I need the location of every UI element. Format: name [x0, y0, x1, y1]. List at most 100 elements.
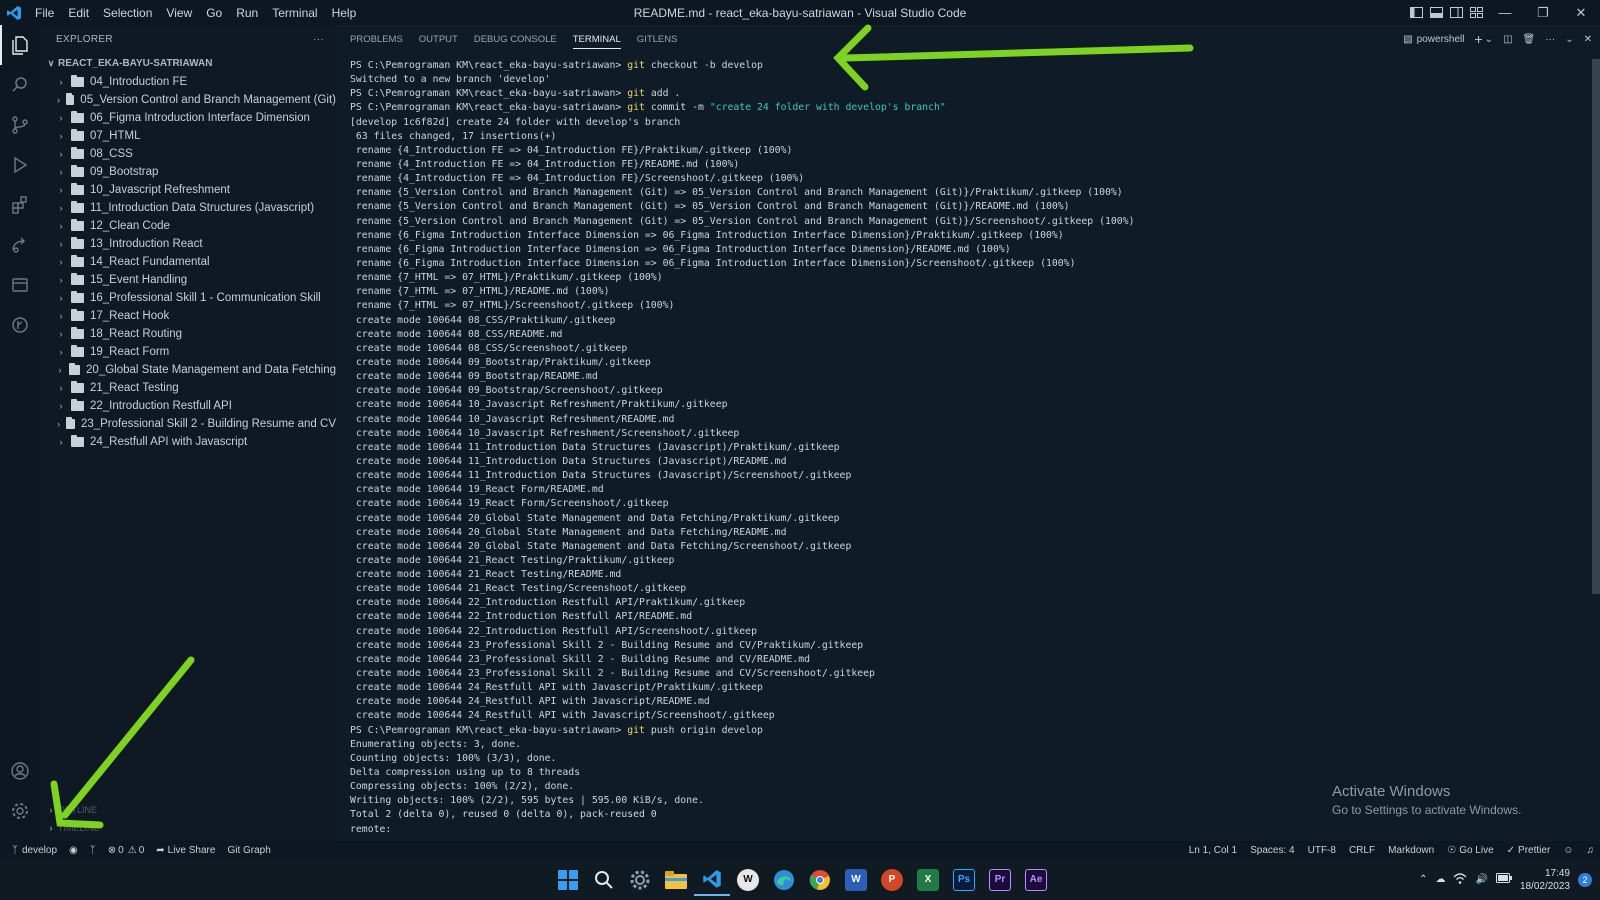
start-icon[interactable]	[550, 863, 586, 896]
end-of-line[interactable]: CRLF	[1349, 845, 1375, 856]
volume-icon[interactable]: 🔊	[1475, 874, 1487, 885]
language-mode[interactable]: Markdown	[1388, 845, 1434, 856]
app-w-icon[interactable]: W	[730, 863, 766, 896]
tab-debug-console[interactable]: DEBUG CONSOLE	[466, 25, 565, 53]
feedback-icon[interactable]: ☺	[1563, 845, 1573, 856]
tree-folder-item[interactable]: › 24_Restfull API with Javascript	[40, 433, 336, 451]
customize-layout-icon[interactable]	[1466, 0, 1486, 25]
cursor-position[interactable]: Ln 1, Col 1	[1189, 845, 1237, 856]
manage-gear-icon[interactable]	[0, 791, 40, 831]
vscode-icon[interactable]	[694, 863, 730, 896]
word-icon[interactable]: W	[838, 863, 874, 896]
tree-folder-item[interactable]: › 14_React Fundamental	[40, 253, 336, 271]
extensions-icon[interactable]	[0, 185, 40, 225]
encoding[interactable]: UTF-8	[1308, 845, 1336, 856]
tab-output[interactable]: OUTPUT	[411, 25, 466, 53]
tree-folder-item[interactable]: › 10_Javascript Refreshment	[40, 181, 336, 199]
terminal-shell-label[interactable]: powershell	[1417, 34, 1465, 45]
powerpoint-icon[interactable]: P	[874, 863, 910, 896]
chrome-icon[interactable]	[802, 863, 838, 896]
live-share-status[interactable]: ➦ Live Share	[156, 845, 215, 856]
after-effects-icon[interactable]: Ae	[1018, 863, 1054, 896]
go-live-status[interactable]: ☉ Go Live	[1447, 845, 1493, 856]
git-compare-icon[interactable]: ᛉ	[90, 845, 96, 856]
tree-folder-item[interactable]: › 09_Bootstrap	[40, 163, 336, 181]
workspace-root[interactable]: ∨ REACT_EKA-BAYU-SATRIAWAN	[40, 53, 336, 73]
notifications-bell-icon[interactable]: ♫	[1587, 845, 1595, 856]
tree-folder-item[interactable]: › 05_Version Control and Branch Managemen…	[40, 91, 336, 109]
timeline-section[interactable]: › TIMELINE	[40, 819, 336, 837]
tree-folder-item[interactable]: › 11_Introduction Data Structures (Javasc…	[40, 199, 336, 217]
system-clock[interactable]: 17:49 18/02/2023	[1520, 867, 1570, 893]
menu-run[interactable]: Run	[229, 6, 265, 20]
chevron-down-icon[interactable]: ⌄	[1485, 34, 1493, 45]
tree-folder-item[interactable]: › 15_Event Handling	[40, 271, 336, 289]
close-icon[interactable]: ✕	[1562, 0, 1600, 25]
problems-status[interactable]: ⊗ 0 ⚠ 0	[108, 845, 144, 856]
prettier-status[interactable]: ✓ Prettier	[1507, 845, 1551, 856]
wifi-icon[interactable]	[1453, 872, 1467, 887]
search-icon[interactable]	[0, 65, 40, 105]
onedrive-cloud-icon[interactable]: ☁	[1435, 874, 1445, 885]
menu-edit[interactable]: Edit	[61, 6, 96, 20]
menu-file[interactable]: File	[28, 6, 61, 20]
tree-folder-item[interactable]: › 13_Introduction React	[40, 235, 336, 253]
tree-folder-item[interactable]: › 21_React Testing	[40, 379, 336, 397]
photoshop-icon[interactable]: Ps	[946, 863, 982, 896]
premiere-icon[interactable]: Pr	[982, 863, 1018, 896]
accounts-icon[interactable]	[0, 751, 40, 791]
minimize-icon[interactable]: —	[1486, 0, 1524, 25]
close-panel-icon[interactable]: ✕	[1584, 34, 1592, 45]
menu-terminal[interactable]: Terminal	[265, 6, 324, 20]
tree-folder-item[interactable]: › 23_Professional Skill 2 - Building Resu…	[40, 415, 336, 433]
tree-folder-item[interactable]: › 17_React Hook	[40, 307, 336, 325]
file-explorer-icon[interactable]	[658, 863, 694, 896]
gitlens-icon[interactable]	[0, 305, 40, 345]
menu-selection[interactable]: Selection	[96, 6, 159, 20]
tree-folder-item[interactable]: › 07_HTML	[40, 127, 336, 145]
more-actions-icon[interactable]: ···	[313, 34, 324, 45]
run-debug-icon[interactable]	[0, 145, 40, 185]
toggle-sidebar-icon[interactable]	[1406, 0, 1426, 25]
settings-icon[interactable]	[622, 863, 658, 896]
tree-folder-item[interactable]: › 04_Introduction FE	[40, 73, 336, 91]
split-terminal-icon[interactable]: ◫	[1503, 34, 1512, 45]
toggle-secondary-sidebar-icon[interactable]	[1446, 0, 1466, 25]
notification-badge[interactable]: 2	[1578, 872, 1592, 887]
menu-help[interactable]: Help	[325, 6, 364, 20]
terminal-output[interactable]: PS C:\Pemrograman KM\react_eka-bayu-satr…	[350, 59, 1560, 837]
tab-problems[interactable]: PROBLEMS	[342, 25, 411, 53]
tree-folder-item[interactable]: › 12_Clean Code	[40, 217, 336, 235]
search-icon[interactable]	[586, 863, 622, 896]
indentation[interactable]: Spaces: 4	[1250, 845, 1294, 856]
vscode-logo-icon[interactable]	[0, 0, 28, 25]
explorer-icon[interactable]	[0, 25, 40, 65]
terminal-scrollbar[interactable]	[1592, 59, 1600, 594]
tree-folder-item[interactable]: › 08_CSS	[40, 145, 336, 163]
branch-status[interactable]: ᛉ develop	[12, 845, 57, 856]
battery-icon[interactable]	[1495, 873, 1512, 886]
tree-folder-item[interactable]: › 20_Global State Management and Data Fet…	[40, 361, 336, 379]
tree-folder-item[interactable]: › 16_Professional Skill 1 - Communication…	[40, 289, 336, 307]
maximize-panel-icon[interactable]: ⌄	[1565, 34, 1573, 45]
menu-view[interactable]: View	[159, 6, 199, 20]
menu-go[interactable]: Go	[199, 6, 229, 20]
live-share-icon[interactable]	[0, 225, 40, 265]
show-hidden-icons-icon[interactable]: ⌃	[1419, 874, 1427, 885]
sync-eye-icon[interactable]: ◉	[69, 845, 78, 856]
edge-icon[interactable]	[766, 863, 802, 896]
tab-terminal[interactable]: TERMINAL	[565, 25, 629, 53]
tree-folder-item[interactable]: › 22_Introduction Restfull API	[40, 397, 336, 415]
new-terminal-button[interactable]: +	[1474, 31, 1482, 47]
tree-folder-item[interactable]: › 18_React Routing	[40, 325, 336, 343]
trash-icon[interactable]: 🗑	[1523, 34, 1536, 45]
tree-folder-item[interactable]: › 19_React Form	[40, 343, 336, 361]
restore-icon[interactable]: ❐	[1524, 0, 1562, 25]
tab-gitlens[interactable]: GITLENS	[629, 25, 686, 53]
outline-section[interactable]: › OUTLINE	[40, 801, 336, 819]
source-control-icon[interactable]	[0, 105, 40, 145]
remote-explorer-icon[interactable]	[0, 265, 40, 305]
tree-folder-item[interactable]: › 06_Figma Introduction Interface Dimensi…	[40, 109, 336, 127]
excel-icon[interactable]: X	[910, 863, 946, 896]
toggle-panel-icon[interactable]	[1426, 0, 1446, 25]
